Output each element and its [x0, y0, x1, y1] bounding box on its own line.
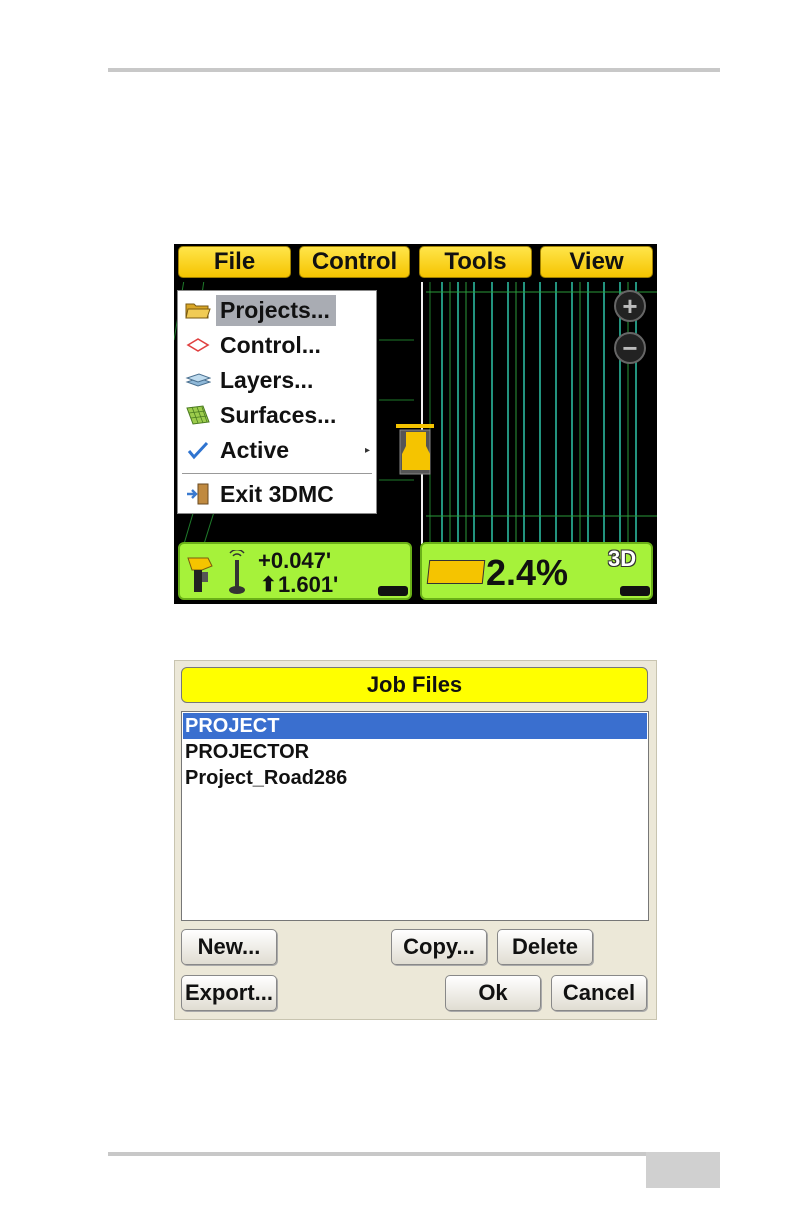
menu-tools[interactable]: Tools [419, 246, 532, 278]
job-files-list[interactable]: PROJECT PROJECTOR Project_Road286 [181, 711, 649, 921]
job-files-dialog: Job Files PROJECT PROJECTOR Project_Road… [174, 660, 657, 1020]
menu-item-exit[interactable]: Exit 3DMC [178, 477, 376, 511]
surface-icon [184, 403, 212, 427]
menu-file[interactable]: File [178, 246, 291, 278]
ok-button[interactable]: Ok [445, 975, 541, 1011]
menu-control[interactable]: Control [299, 246, 410, 278]
zoom-in-button[interactable]: + [614, 290, 646, 322]
menu-item-label: Projects... [216, 294, 336, 326]
layers-icon [184, 368, 212, 392]
panel-indicator [620, 586, 650, 596]
checkmark-icon [184, 438, 212, 462]
menu-item-active[interactable]: Active ▸ [178, 433, 376, 467]
menu-view[interactable]: View [540, 246, 653, 278]
menu-item-layers[interactable]: Layers... [178, 363, 376, 397]
elevation-value: 1.601' [278, 572, 339, 597]
menu-item-surfaces[interactable]: Surfaces... [178, 398, 376, 432]
dozer-icon [396, 424, 434, 475]
exit-door-icon [184, 482, 212, 506]
slope-blade-icon [426, 560, 486, 584]
folder-icon [184, 298, 212, 322]
file-menu-dropdown: Projects... Control... Layers... Surface… [177, 290, 377, 514]
machine-control-screen: File Control Tools View Projects... Cont… [174, 244, 657, 604]
slope-panel[interactable]: 2.4% 3D [420, 542, 653, 600]
menu-item-control[interactable]: Control... [178, 328, 376, 362]
list-item[interactable]: Project_Road286 [183, 765, 647, 791]
cancel-button[interactable]: Cancel [551, 975, 647, 1011]
menu-item-label: Surfaces... [220, 401, 337, 428]
dialog-title: Job Files [181, 667, 648, 703]
menu-item-label: Active [220, 436, 290, 463]
slope-value: 2.4% [486, 552, 569, 593]
panel-indicator [378, 586, 408, 596]
cut-fill-panel[interactable]: +0.047' ⬆ 1.601' [178, 542, 412, 600]
list-item[interactable]: PROJECT [183, 713, 647, 739]
zoom-out-button[interactable]: − [614, 332, 646, 364]
mode-3d-badge: 3D [608, 546, 637, 571]
copy-button[interactable]: Copy... [391, 929, 487, 965]
menu-item-label: Control... [220, 331, 321, 358]
menu-bar: File Control Tools View [174, 244, 657, 282]
header-rule [108, 68, 720, 72]
page-number-tab [646, 1152, 720, 1188]
menu-separator [182, 473, 372, 474]
gps-antenna-icon [229, 550, 245, 594]
footer-rule [108, 1152, 720, 1156]
menu-item-projects[interactable]: Projects... [178, 293, 376, 327]
menu-item-label: Exit 3DMC [220, 480, 334, 507]
control-point-icon [184, 333, 212, 357]
submenu-arrow-icon: ▸ [364, 444, 370, 456]
machine-target-icon [187, 557, 213, 592]
menu-item-label: Layers... [220, 366, 314, 393]
new-button[interactable]: New... [181, 929, 277, 965]
export-button[interactable]: Export... [181, 975, 277, 1011]
delete-button[interactable]: Delete [497, 929, 593, 965]
cut-fill-value: +0.047' [258, 548, 332, 573]
list-item[interactable]: PROJECTOR [183, 739, 647, 765]
up-arrow-icon: ⬆ [260, 574, 277, 596]
